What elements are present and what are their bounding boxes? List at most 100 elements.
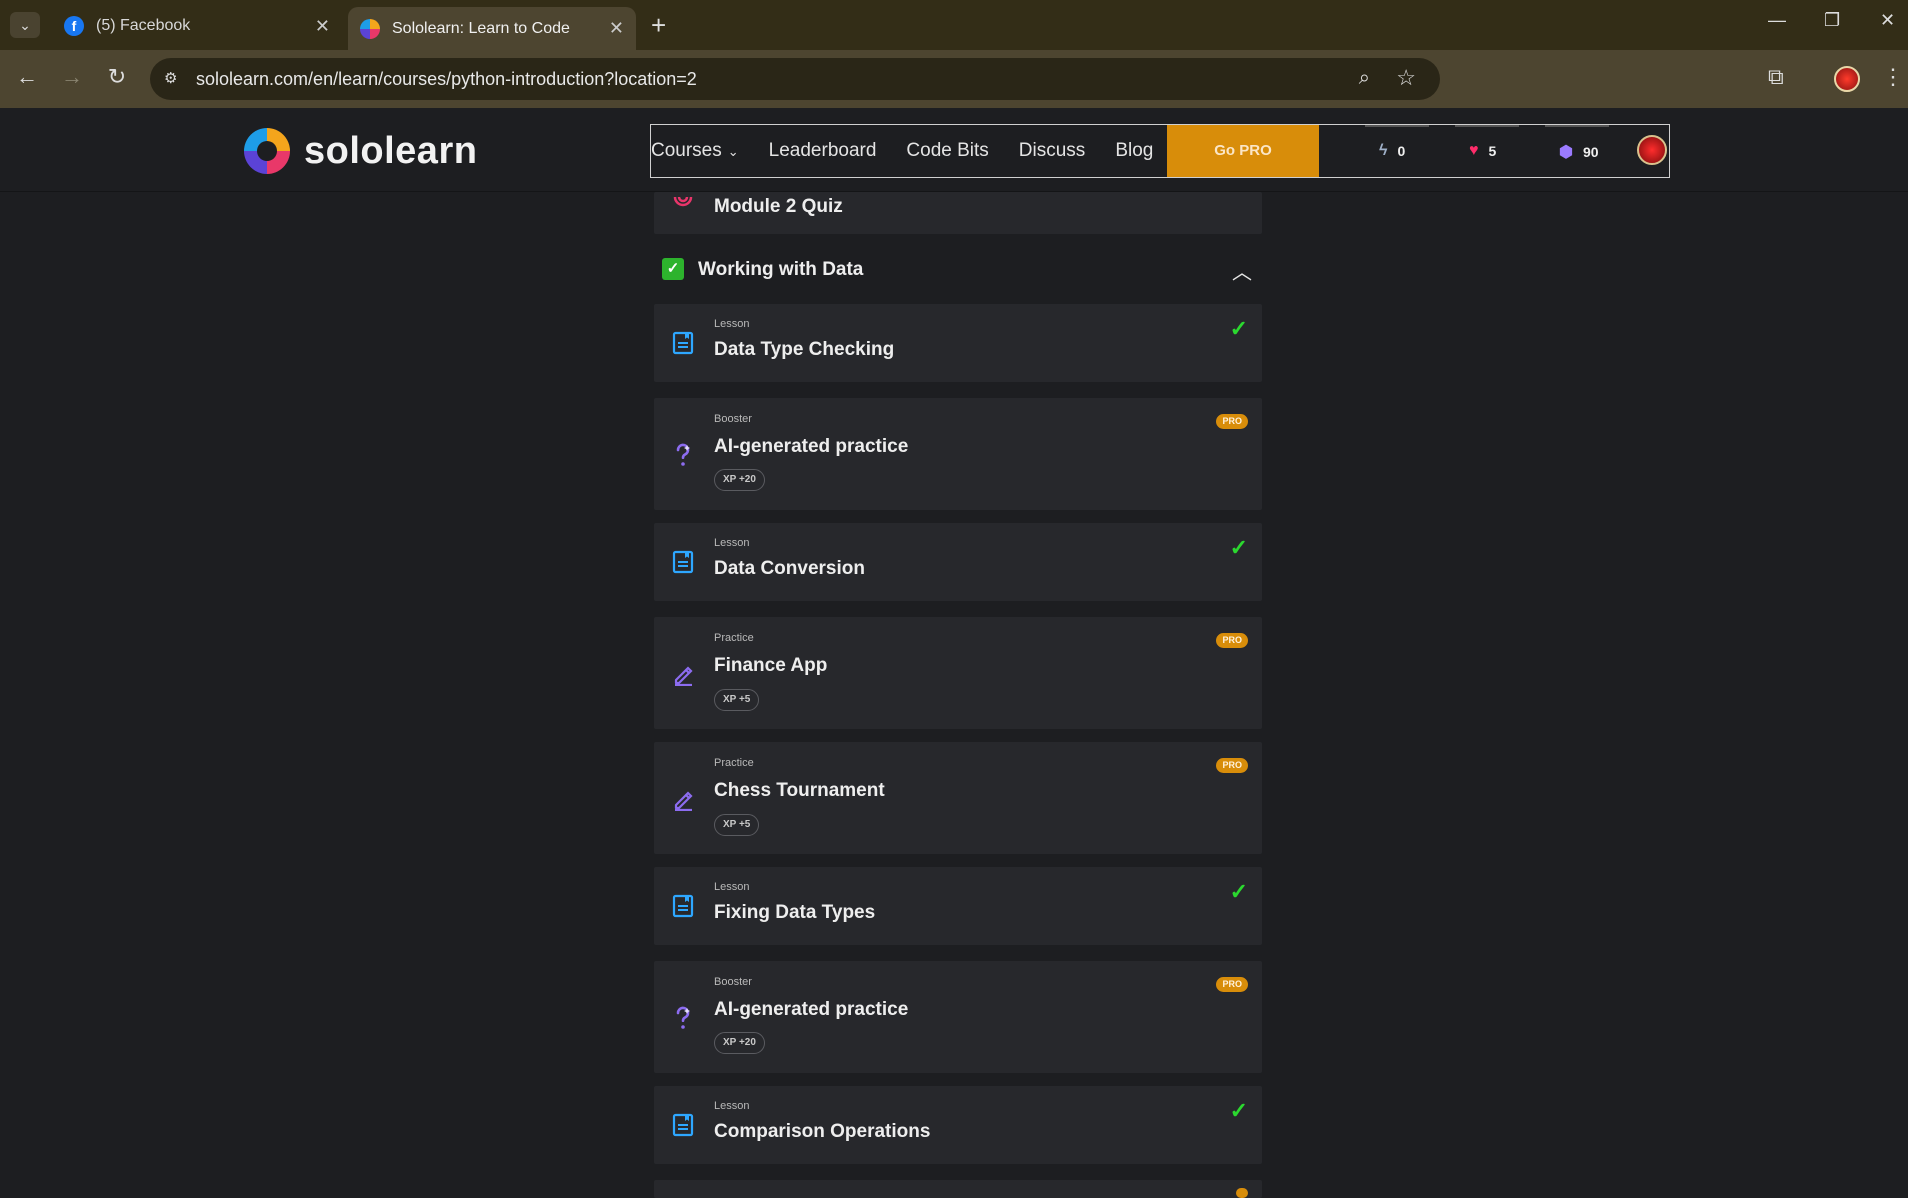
close-tab-icon[interactable]: ✕ — [609, 18, 624, 39]
pro-badge: PRO — [1216, 977, 1248, 992]
xp-badge: XP +20 — [714, 1032, 765, 1054]
menu-icon[interactable]: ⋮ — [1882, 64, 1904, 90]
nav-leaderboard[interactable]: Leaderboard — [769, 140, 877, 162]
restore-icon[interactable]: ❐ — [1824, 10, 1840, 31]
divider — [1545, 125, 1609, 127]
item-title: Comparison Operations — [714, 1121, 931, 1142]
gems-counter[interactable]: ⬢ 90 — [1545, 125, 1609, 162]
item-kind: Lesson — [714, 881, 750, 893]
close-window-icon[interactable]: ✕ — [1880, 10, 1895, 31]
list-item-lesson[interactable]: Lesson Data Conversion ✓ — [654, 523, 1262, 601]
new-tab-button[interactable]: + — [651, 10, 666, 40]
list-item-lesson[interactable]: Lesson Fixing Data Types ✓ — [654, 867, 1262, 945]
hearts-counter[interactable]: ♥ 5 — [1455, 125, 1519, 160]
list-item-lesson[interactable]: Lesson Data Type Checking ✓ — [654, 304, 1262, 382]
list-item-module-quiz[interactable]: Module 2 Quiz — [654, 192, 1262, 234]
nav-discuss[interactable]: Discuss — [1019, 140, 1086, 162]
extensions-icon[interactable]: ⧉ — [1768, 64, 1784, 90]
item-kind: Booster — [714, 413, 752, 425]
checkmark-icon: ✓ — [1229, 316, 1248, 341]
list-item-booster[interactable]: Booster AI-generated practice PRO XP +20 — [654, 398, 1262, 510]
tab-sololearn[interactable]: Sololearn: Learn to Code ✕ — [348, 7, 636, 50]
pro-badge-partial — [1236, 1188, 1248, 1198]
url-text[interactable]: sololearn.com/en/learn/courses/python-in… — [196, 69, 697, 90]
sololearn-icon — [360, 18, 380, 39]
browser-profile-avatar[interactable] — [1834, 66, 1860, 92]
site-info-icon[interactable]: ⚙ — [164, 69, 184, 89]
tab-label: (5) Facebook — [96, 17, 191, 34]
list-item-practice[interactable]: Practice Chess Tournament PRO XP +5 — [654, 742, 1262, 854]
sololearn-logo[interactable]: sololearn — [244, 128, 477, 174]
lesson-icon — [672, 1113, 694, 1137]
item-title: Data Type Checking — [714, 339, 895, 360]
gem-icon: ⬢ — [1559, 144, 1573, 161]
nav-code-bits[interactable]: Code Bits — [906, 140, 988, 162]
item-kind: Lesson — [714, 537, 750, 549]
list-item-booster[interactable]: Booster AI-generated practice PRO XP +20 — [654, 961, 1262, 1073]
forward-icon[interactable]: → — [57, 64, 87, 90]
tab-facebook[interactable]: f (5) Facebook ✕ — [52, 7, 342, 45]
item-kind: Lesson — [714, 318, 750, 330]
zoom-icon[interactable]: ⌕ — [1359, 67, 1370, 90]
lesson-icon — [672, 331, 694, 355]
item-title: Fixing Data Types — [714, 902, 876, 923]
tab-label: Sololearn: Learn to Code — [392, 19, 570, 37]
item-title: Chess Tournament — [714, 780, 885, 801]
checkmark-icon: ✓ — [1229, 879, 1248, 904]
question-icon — [676, 1006, 690, 1029]
item-kind: Lesson — [714, 1100, 750, 1112]
address-bar[interactable]: ⚙ sololearn.com/en/learn/courses/python-… — [150, 58, 1440, 100]
divider — [1455, 125, 1519, 127]
nav-blog[interactable]: Blog — [1115, 140, 1153, 162]
gems-value: 90 — [1582, 144, 1599, 160]
nav-courses[interactable]: Courses ⌄ — [651, 140, 739, 162]
pencil-icon — [674, 666, 693, 686]
back-icon[interactable]: ← — [12, 64, 42, 90]
item-title: Module 2 Quiz — [714, 196, 843, 217]
chevron-down-icon: ⌄ — [727, 144, 739, 159]
logo-text: sololearn — [304, 129, 478, 172]
close-tab-icon[interactable]: ✕ — [315, 16, 330, 37]
browser-toolbar: ← → ↻ ⚙ sololearn.com/en/learn/courses/p… — [0, 50, 1908, 108]
xp-badge: XP +20 — [714, 469, 765, 491]
pro-badge: PRO — [1216, 414, 1248, 429]
minimize-icon[interactable]: — — [1768, 10, 1786, 31]
browser-tab-strip: ⌄ f (5) Facebook ✕ Sololearn: Learn to C… — [0, 0, 1908, 50]
main-nav: Courses ⌄ Leaderboard Code Bits Discuss B… — [650, 124, 1670, 178]
item-kind: Practice — [714, 757, 754, 769]
user-avatar[interactable] — [1637, 135, 1667, 165]
reload-icon[interactable]: ↻ — [102, 64, 132, 90]
list-item-partial[interactable] — [654, 1180, 1262, 1198]
item-title: Data Conversion — [714, 558, 865, 579]
xp-badge: XP +5 — [714, 689, 760, 711]
section-header[interactable]: ✓ Working with Data ︿ — [654, 244, 1262, 294]
list-item-practice[interactable]: Practice Finance App PRO XP +5 — [654, 617, 1262, 729]
divider — [1365, 125, 1429, 127]
go-pro-button[interactable]: Go PRO — [1167, 125, 1319, 177]
pencil-icon — [674, 791, 693, 811]
lesson-icon — [672, 550, 694, 574]
section-title: Working with Data — [698, 259, 864, 280]
list-item-lesson[interactable]: Lesson Comparison Operations ✓ — [654, 1086, 1262, 1164]
sololearn-logo-icon — [244, 128, 290, 174]
heart-icon: ♥ — [1469, 142, 1479, 159]
pro-badge: PRO — [1216, 633, 1248, 648]
streak-value: 0 — [1397, 143, 1406, 159]
question-icon — [676, 443, 690, 466]
nav-courses-label: Courses — [651, 140, 722, 161]
bookmark-star-icon[interactable]: ☆ — [1396, 65, 1416, 91]
chevron-up-icon[interactable]: ︿ — [1232, 256, 1252, 285]
item-title: Finance App — [714, 655, 828, 676]
tab-search-dropdown[interactable]: ⌄ — [10, 12, 40, 38]
quiz-target-icon — [673, 196, 693, 207]
hearts-value: 5 — [1488, 143, 1497, 159]
streak-counter[interactable]: ϟ 0 — [1365, 125, 1429, 160]
checkmark-icon: ✓ — [1229, 535, 1248, 560]
section-complete-checkbox-icon: ✓ — [662, 258, 684, 280]
lightning-icon: ϟ — [1379, 142, 1388, 159]
pro-badge: PRO — [1216, 758, 1248, 773]
lesson-icon — [672, 894, 694, 918]
item-kind: Practice — [714, 632, 754, 644]
checkmark-icon: ✓ — [1229, 1098, 1248, 1123]
xp-badge: XP +5 — [714, 814, 760, 836]
